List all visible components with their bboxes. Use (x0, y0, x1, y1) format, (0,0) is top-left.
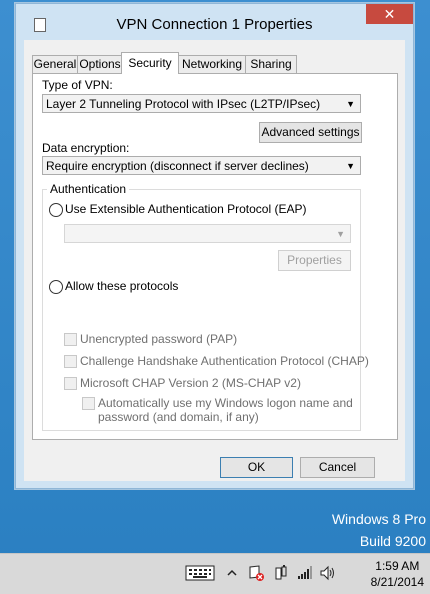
encryption-label: Data encryption: (42, 141, 130, 155)
allow-protocols-radio[interactable] (49, 280, 63, 294)
tab-options[interactable]: Options (77, 55, 123, 73)
taskbar: 1:59 AM 8/21/2014 (0, 553, 430, 594)
title-bar[interactable]: VPN Connection 1 Properties ✕ (16, 4, 413, 40)
system-clock[interactable]: 1:59 AM 8/21/2014 (371, 558, 424, 590)
show-hidden-icons-icon[interactable] (226, 564, 238, 582)
properties-window: VPN Connection 1 Properties ✕ General Op… (15, 3, 414, 489)
close-button[interactable]: ✕ (366, 4, 413, 24)
mschapv2-checkbox[interactable] (64, 377, 77, 390)
vpn-type-value: Layer 2 Tunneling Protocol with IPsec (L… (46, 97, 321, 111)
edition-watermark: Windows 8 Pro (331, 511, 426, 527)
dialog-client: General Options Security Networking Shar… (24, 40, 405, 481)
cancel-button[interactable]: Cancel (300, 457, 375, 478)
chap-checkbox[interactable] (64, 355, 77, 368)
chevron-down-icon: ▼ (346, 161, 355, 171)
ok-button[interactable]: OK (220, 457, 293, 478)
vpn-type-select[interactable]: Layer 2 Tunneling Protocol with IPsec (L… (42, 94, 361, 113)
window-title: VPN Connection 1 Properties (116, 16, 313, 33)
pap-label: Unencrypted password (PAP) (80, 332, 238, 346)
chevron-down-icon: ▼ (336, 229, 345, 239)
tab-general[interactable]: General (32, 55, 78, 73)
chap-label: Challenge Handshake Authentication Proto… (80, 354, 369, 368)
power-battery-icon[interactable] (272, 564, 290, 582)
build-watermark: Build 9200 (359, 533, 426, 549)
tab-sharing[interactable]: Sharing (245, 55, 297, 73)
auto-logon-line-2: password (and domain, if any) (98, 410, 259, 424)
eap-radio[interactable] (49, 203, 63, 217)
auto-logon-line-1: Automatically use my Windows logon name … (98, 396, 353, 410)
auto-logon-label: Automatically use my Windows logon name … (98, 396, 353, 424)
encryption-select[interactable]: Require encryption (disconnect if server… (42, 156, 361, 175)
tab-security[interactable]: Security (121, 52, 179, 74)
advanced-settings-button[interactable]: Advanced settings (259, 122, 362, 143)
network-signal-icon[interactable] (296, 564, 314, 582)
allow-protocols-label: Allow these protocols (65, 279, 179, 293)
tab-networking[interactable]: Networking (178, 55, 246, 73)
auto-logon-checkbox[interactable] (82, 397, 95, 410)
volume-icon[interactable] (319, 564, 337, 582)
eap-radio-label: Use Extensible Authentication Protocol (… (65, 202, 307, 216)
eap-method-select[interactable]: ▼ (64, 224, 351, 243)
chevron-down-icon: ▼ (346, 99, 355, 109)
mschapv2-label: Microsoft CHAP Version 2 (MS-CHAP v2) (80, 376, 301, 390)
close-icon: ✕ (383, 6, 396, 22)
eap-properties-button[interactable]: Properties (278, 250, 351, 271)
action-center-icon[interactable] (247, 564, 265, 582)
clock-time: 1:59 AM (375, 559, 420, 573)
security-panel: Type of VPN: Layer 2 Tunneling Protocol … (32, 73, 398, 440)
authentication-group-label: Authentication (47, 182, 130, 196)
clock-date: 8/21/2014 (370, 575, 424, 589)
encryption-value: Require encryption (disconnect if server… (46, 159, 309, 173)
touch-keyboard-icon[interactable] (185, 564, 215, 582)
pap-checkbox[interactable] (64, 333, 77, 346)
vpn-type-label: Type of VPN: (42, 78, 113, 92)
